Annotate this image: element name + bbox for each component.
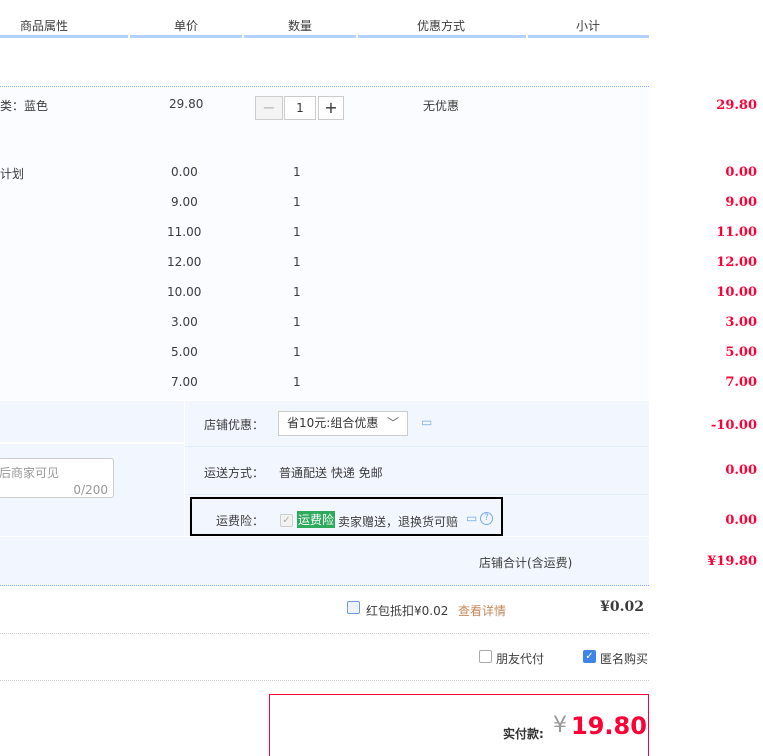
row-qty: 1 — [293, 315, 301, 329]
shop-discount-select[interactable]: 省10元:组合优惠 ﹀ — [278, 411, 408, 436]
divider — [0, 680, 649, 681]
insurance-amount: 0.00 — [725, 513, 757, 528]
row-subtotal: 9.00 — [725, 195, 757, 210]
row-qty: 1 — [293, 285, 301, 299]
row-subtotal: 10.00 — [716, 285, 757, 300]
row-price: 3.00 — [171, 315, 198, 329]
header-underline — [528, 35, 649, 38]
shop-discount-label: 店铺优惠： — [204, 418, 265, 432]
shop-total-label: 店铺合计(含运费) — [479, 556, 573, 570]
comment-icon[interactable]: ▭ — [421, 415, 432, 429]
row-price: 12.00 — [167, 255, 202, 269]
friend-pay-label: 朋友代付 — [496, 652, 545, 666]
redpacket-detail-link[interactable]: 查看详情 — [458, 602, 506, 619]
qty-decrease-button[interactable]: − — [255, 96, 283, 120]
redpacket-label: 红包抵扣¥0.02 — [366, 604, 449, 618]
header-subtotal: 小计 — [576, 19, 601, 33]
insurance-tag: 运费险 — [297, 511, 336, 528]
header-price: 单价 — [174, 19, 199, 33]
chevron-down-icon: ﹀ — [386, 416, 399, 430]
header-underline — [0, 35, 128, 38]
divider — [185, 494, 649, 495]
row-price: 9.00 — [171, 195, 198, 209]
shop-total-value: ¥19.80 — [707, 554, 757, 569]
row-qty: 1 — [293, 345, 301, 359]
qty-input[interactable]: 1 — [284, 96, 316, 120]
payment-summary: 实付款: ¥ 19.80 — [269, 694, 649, 756]
row-price: 0.00 — [171, 165, 198, 179]
payment-amount: 19.80 — [571, 712, 647, 740]
insurance-checkbox[interactable]: ✓ — [280, 514, 293, 527]
anonymous-checkbox[interactable]: ✓ — [583, 650, 596, 663]
redpacket-amount: ¥0.02 — [600, 599, 644, 615]
divider — [185, 446, 649, 447]
divider — [0, 633, 649, 634]
anonymous-label: 匿名购买 — [600, 652, 649, 666]
qty-increase-button[interactable]: + — [318, 96, 344, 120]
item-attr: 类：蓝色 — [0, 99, 49, 113]
row-qty: 1 — [293, 225, 301, 239]
payment-label: 实付款: — [503, 727, 544, 741]
row-subtotal: 0.00 — [725, 165, 757, 180]
item-discount: 无优惠 — [423, 99, 460, 113]
item-price: 29.80 — [169, 97, 204, 111]
order-items — [0, 86, 649, 400]
comment-icon[interactable]: ▭ — [466, 511, 477, 525]
header-underline — [130, 35, 242, 38]
row-qty: 1 — [293, 195, 301, 209]
message-placeholder: 后商家可见 — [0, 466, 60, 480]
payment-currency: ¥ — [553, 713, 567, 738]
row-price: 10.00 — [167, 285, 202, 299]
insurance-label: 运费险： — [216, 514, 265, 528]
help-icon[interactable]: ? — [480, 512, 493, 525]
message-counter: 0/200 — [73, 483, 108, 497]
shipping-label: 运送方式： — [204, 466, 265, 480]
insurance-text: 卖家赠送，退换货可赔 — [338, 515, 459, 529]
shop-discount-amount: -10.00 — [710, 418, 757, 433]
header-underline — [244, 35, 356, 38]
row-subtotal: 12.00 — [716, 255, 757, 270]
table-header: 商品属性 单价 数量 优惠方式 小计 — [0, 0, 649, 38]
message-panel-top — [0, 401, 184, 442]
header-qty: 数量 — [288, 19, 313, 33]
header-discount: 优惠方式 — [417, 19, 466, 33]
row-qty: 1 — [293, 255, 301, 269]
shipping-value: 普通配送 快递 免邮 — [279, 466, 383, 480]
redpacket-checkbox[interactable] — [347, 601, 360, 614]
shop-discount-select-value: 省10元:组合优惠 — [287, 416, 379, 430]
header-underline — [358, 35, 526, 38]
row-subtotal: 3.00 — [725, 315, 757, 330]
header-attr: 商品属性 — [20, 19, 69, 33]
row-price: 7.00 — [171, 375, 198, 389]
friend-pay-checkbox[interactable] — [479, 650, 492, 663]
row-price: 5.00 — [171, 345, 198, 359]
row-qty: 1 — [293, 165, 301, 179]
row-price: 11.00 — [167, 225, 202, 239]
item-subtotal: 29.80 — [716, 98, 757, 113]
message-input[interactable]: 后商家可见 0/200 — [0, 458, 114, 498]
row-subtotal: 7.00 — [725, 375, 757, 390]
row-subtotal: 5.00 — [725, 345, 757, 360]
row-subtotal: 11.00 — [716, 225, 757, 240]
shipping-amount: 0.00 — [725, 463, 757, 478]
plan-label: 计划 — [0, 167, 25, 181]
row-qty: 1 — [293, 375, 301, 389]
